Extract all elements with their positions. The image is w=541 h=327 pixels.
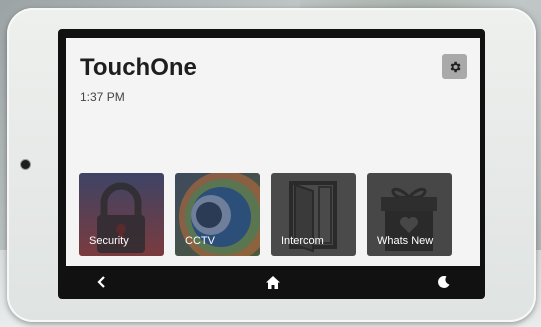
- home-icon: [266, 275, 280, 289]
- app-title: TouchOne: [80, 54, 197, 81]
- chevron-left-icon: [97, 276, 105, 288]
- gear-icon: [450, 61, 461, 72]
- night-mode-button[interactable]: [436, 274, 452, 290]
- settings-button[interactable]: [442, 54, 467, 79]
- tile-security[interactable]: Security: [79, 173, 164, 256]
- tile-intercom[interactable]: Intercom: [271, 173, 356, 256]
- home-screen: TouchOne 1:37 PM Security CCTV Intercom …: [66, 38, 480, 266]
- home-button[interactable]: [265, 274, 281, 290]
- clock-time: 1:37 PM: [80, 90, 125, 104]
- tile-cctv[interactable]: CCTV: [175, 173, 260, 256]
- tile-label: Security: [89, 235, 129, 247]
- front-camera: [21, 160, 30, 169]
- bottom-nav-bar: [66, 268, 480, 296]
- tile-label: Whats New: [377, 235, 434, 247]
- back-button[interactable]: [94, 274, 110, 290]
- tile-label: Intercom: [281, 235, 324, 247]
- moon-icon: [438, 276, 450, 288]
- tile-label: CCTV: [185, 235, 215, 247]
- tile-whats-new[interactable]: Whats New: [367, 173, 452, 256]
